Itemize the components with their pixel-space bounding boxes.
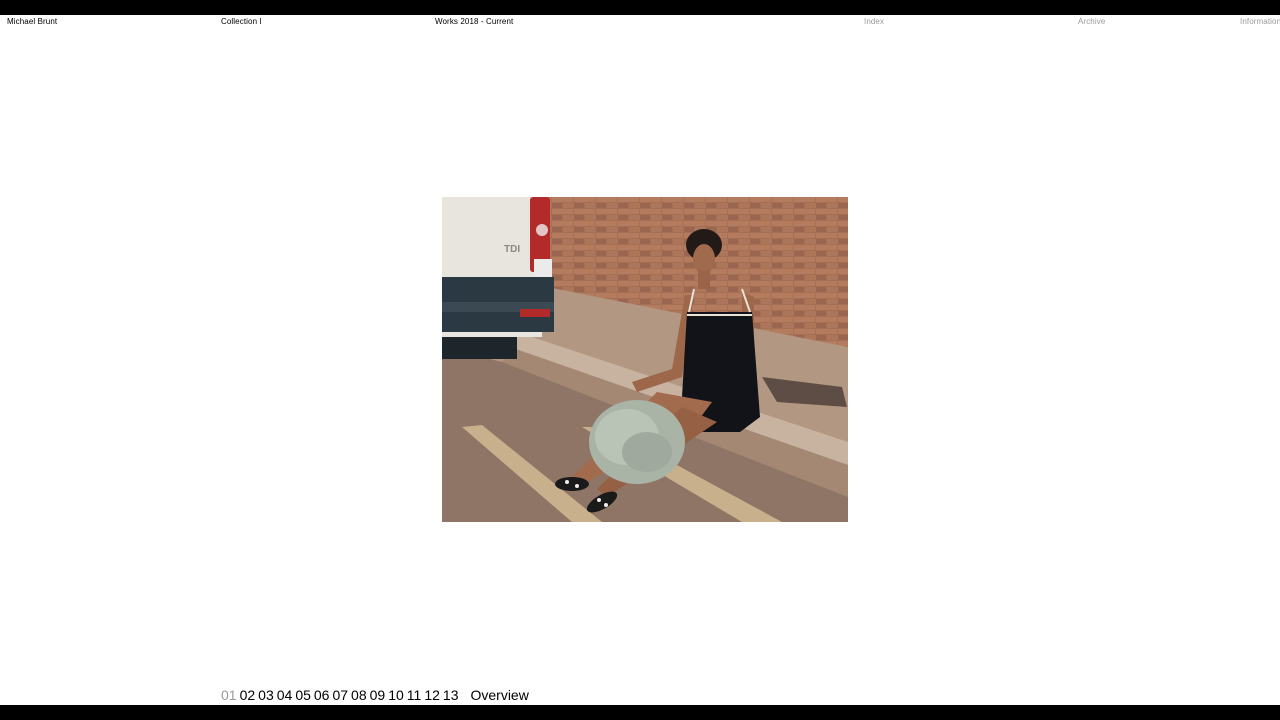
page-link-07[interactable]: 07: [332, 687, 348, 703]
page-link-12[interactable]: 12: [424, 687, 440, 703]
white-van: TDI: [442, 197, 554, 359]
page-link-09[interactable]: 09: [370, 687, 386, 703]
page-link-02[interactable]: 02: [240, 687, 256, 703]
overview-link[interactable]: Overview: [470, 687, 528, 703]
page-link-13[interactable]: 13: [443, 687, 459, 703]
works-link[interactable]: Works 2018 - Current: [435, 18, 513, 26]
page: Michael Brunt Collection I Works 2018 - …: [0, 15, 1280, 705]
top-navigation: Michael Brunt Collection I Works 2018 - …: [0, 15, 1280, 29]
nav-information-link[interactable]: Information: [1240, 18, 1280, 26]
van-badge-text: TDI: [504, 244, 520, 255]
page-link-06[interactable]: 06: [314, 687, 330, 703]
site-name-link[interactable]: Michael Brunt: [7, 18, 57, 26]
page-link-08[interactable]: 08: [351, 687, 367, 703]
page-link-05[interactable]: 05: [295, 687, 311, 703]
page-link-03[interactable]: 03: [258, 687, 274, 703]
gallery-photo[interactable]: TDI: [442, 197, 848, 522]
page-link-11[interactable]: 11: [407, 687, 422, 703]
photo-illustration: TDI: [442, 197, 848, 522]
page-link-01[interactable]: 01: [221, 687, 237, 703]
collection-link[interactable]: Collection I: [221, 18, 262, 26]
nav-archive-link[interactable]: Archive: [1078, 18, 1105, 26]
pagination: 01 02 03 04 05 06 07 08 09 10 11 12 13 Overview: [221, 686, 532, 704]
page-link-04[interactable]: 04: [277, 687, 293, 703]
nav-index-link[interactable]: Index: [864, 18, 884, 26]
page-link-10[interactable]: 10: [388, 687, 404, 703]
